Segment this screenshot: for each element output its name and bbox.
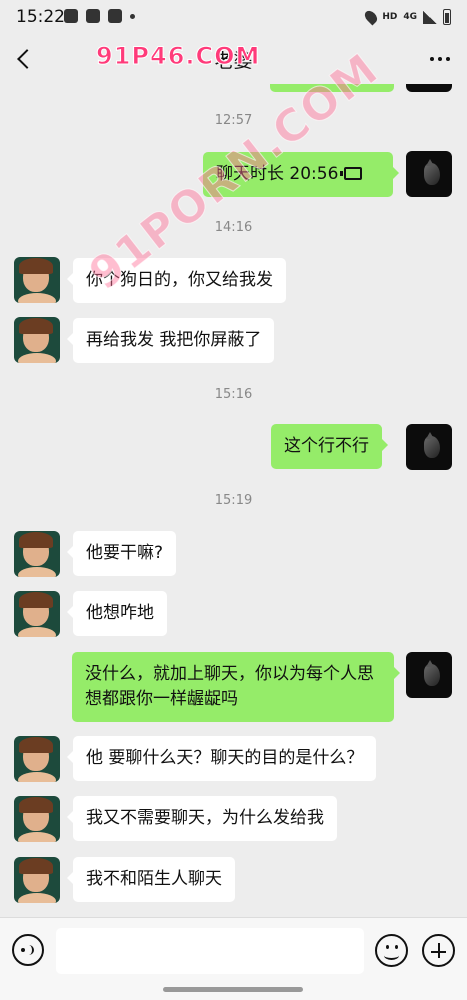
voice-input-button[interactable] bbox=[12, 934, 44, 966]
timestamp: 15:16 bbox=[214, 387, 253, 402]
gallery-icon bbox=[86, 9, 100, 23]
chat-header: 老婆 91P46.COM bbox=[0, 34, 467, 84]
my-avatar[interactable] bbox=[406, 151, 452, 197]
more-notifications-icon bbox=[130, 13, 135, 19]
message-bubble[interactable]: 他想咋地 bbox=[67, 591, 167, 636]
message-bubble[interactable]: 没什么，就加上聊天，你以为每个人思想都跟你一样龌龊吗 bbox=[72, 652, 400, 722]
message-bubble[interactable]: 他要干嘛? bbox=[66, 531, 177, 576]
location-icon bbox=[362, 8, 380, 26]
signal-icon bbox=[423, 10, 437, 24]
previous-message-bubble bbox=[270, 84, 394, 92]
message-bubble[interactable]: 我又不需要聊天，为什么发给我 bbox=[67, 796, 337, 841]
dot-icon bbox=[438, 57, 442, 61]
my-avatar[interactable] bbox=[406, 424, 452, 470]
voice-call-bubble[interactable]: 聊天时长 20:56 bbox=[203, 152, 399, 197]
message-bubble[interactable]: 他 要聊什么天？聊天的目的是什么？ bbox=[66, 736, 377, 781]
message-text: 他 要聊什么天？聊天的目的是什么？ bbox=[86, 748, 364, 768]
message-text: 这个行不行 bbox=[284, 436, 369, 456]
more-options-button[interactable] bbox=[425, 46, 455, 72]
call-duration-text: 聊天时长 20:56 bbox=[216, 164, 339, 184]
message-input[interactable] bbox=[56, 928, 364, 974]
timestamp: 14:16 bbox=[214, 220, 253, 235]
video-call-icon bbox=[340, 167, 363, 180]
contact-avatar[interactable] bbox=[14, 857, 60, 903]
contact-avatar[interactable] bbox=[14, 796, 60, 842]
message-text: 你个狗日的，你又给我发 bbox=[86, 270, 273, 290]
emoji-button[interactable] bbox=[375, 934, 408, 967]
message-text: 没什么，就加上聊天，你以为每个人思想都跟你一样龌龊吗 bbox=[85, 664, 374, 709]
contact-avatar[interactable] bbox=[14, 531, 60, 577]
status-time: 15:22 bbox=[16, 7, 65, 27]
contact-avatar[interactable] bbox=[14, 736, 60, 782]
message-bubble[interactable]: 我不和陌生人聊天 bbox=[67, 857, 235, 902]
my-avatar bbox=[406, 84, 452, 92]
message-icon bbox=[108, 9, 122, 23]
contact-avatar[interactable] bbox=[14, 317, 60, 363]
notification-icon bbox=[64, 9, 78, 23]
dot-icon bbox=[430, 57, 434, 61]
system-icons: HD 4G bbox=[362, 8, 451, 26]
timestamp: 12:57 bbox=[214, 113, 253, 128]
more-actions-button[interactable] bbox=[422, 934, 455, 967]
notification-icons bbox=[64, 9, 135, 23]
home-indicator[interactable] bbox=[163, 987, 303, 992]
contact-avatar[interactable] bbox=[14, 257, 60, 303]
message-text: 再给我发 我把你屏蔽了 bbox=[86, 330, 262, 350]
status-bar: 15:22 HD 4G bbox=[0, 0, 467, 34]
watermark-logo: 91P46.COM bbox=[95, 42, 261, 71]
message-bubble[interactable]: 再给我发 我把你屏蔽了 bbox=[66, 318, 275, 363]
my-avatar[interactable] bbox=[406, 652, 452, 698]
message-text: 他要干嘛? bbox=[86, 543, 164, 563]
network-label: 4G bbox=[403, 12, 417, 22]
message-text: 他想咋地 bbox=[86, 603, 154, 623]
message-bubble[interactable]: 你个狗日的，你又给我发 bbox=[67, 258, 286, 303]
contact-avatar[interactable] bbox=[14, 591, 60, 637]
hd-label: HD bbox=[382, 12, 398, 22]
timestamp: 15:19 bbox=[214, 493, 253, 508]
battery-icon bbox=[443, 9, 451, 25]
message-text: 我不和陌生人聊天 bbox=[86, 869, 222, 889]
message-text: 我又不需要聊天，为什么发给我 bbox=[86, 808, 324, 828]
dot-icon bbox=[446, 57, 450, 61]
message-bubble[interactable]: 这个行不行 bbox=[271, 424, 388, 469]
